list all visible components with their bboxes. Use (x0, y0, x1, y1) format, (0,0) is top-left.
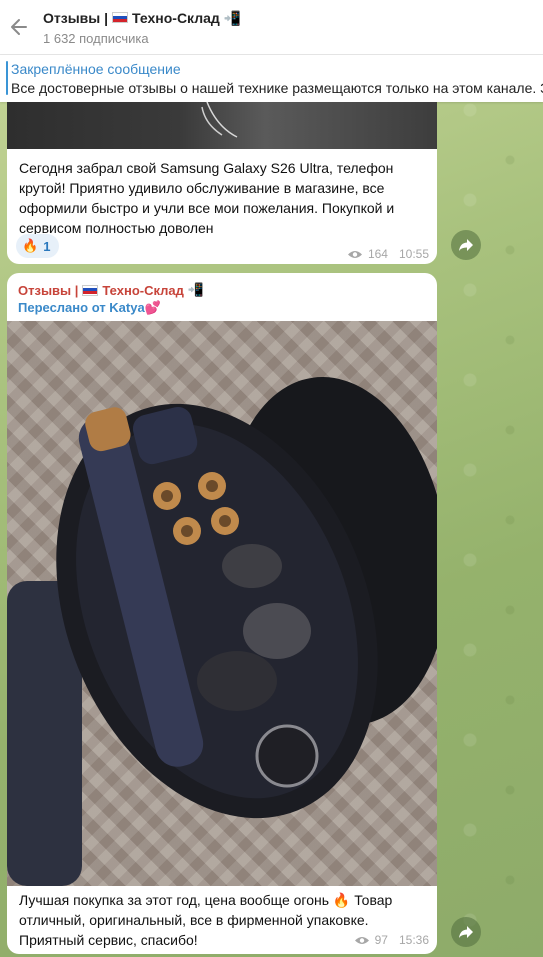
message-time: 15:36 (398, 933, 429, 947)
message-photo[interactable] (7, 102, 437, 149)
forward-title-prefix: Отзывы | (18, 282, 79, 298)
message-bubble: Сегодня забрал свой Samsung Galaxy S26 U… (7, 102, 437, 264)
flag-ru-icon (112, 12, 129, 23)
hair-dryer-case-photo (7, 377, 437, 886)
reaction-count: 1 (43, 238, 51, 254)
pinned-title: Закреплённое сообщение (11, 61, 181, 77)
flag-ru-icon (82, 284, 99, 296)
phone-arrow-icon: 📲 (223, 9, 242, 26)
share-button[interactable] (451, 917, 481, 947)
eye-icon (354, 936, 369, 944)
share-icon (459, 239, 473, 251)
view-count: 97 (374, 933, 388, 947)
phone-arrow-icon: 📲 (187, 282, 205, 297)
message-meta: 164 10:55 (347, 247, 429, 261)
reaction-chip[interactable]: 🔥 1 (16, 234, 60, 258)
message-time: 10:55 (398, 247, 429, 261)
subscriber-count: 1 632 подписчика (43, 30, 149, 46)
forward-channel-name: Техно-Склад (102, 282, 184, 298)
share-button[interactable] (451, 230, 481, 260)
share-icon (459, 926, 473, 938)
pinned-message[interactable]: Закреплённое сообщение Все достоверные о… (0, 55, 543, 102)
channel-name: Техно-Склад (132, 9, 220, 26)
pinned-text: Все достоверные отзывы о нашей технике р… (11, 80, 543, 96)
forward-source[interactable]: Отзывы | Техно-Склад 📲 (18, 282, 204, 298)
message-photo[interactable] (7, 321, 437, 886)
channel-title-prefix: Отзывы | (43, 9, 109, 26)
message-bubble: Отзывы | Техно-Склад 📲 Переслано от Katy… (7, 273, 437, 954)
message-meta: 97 15:36 (354, 933, 429, 947)
pinned-indicator (6, 61, 8, 95)
fire-icon: 🔥 (22, 238, 39, 253)
photo-content (201, 102, 238, 138)
view-count: 164 (367, 247, 388, 261)
back-button[interactable] (0, 0, 36, 55)
eye-icon (347, 250, 362, 258)
chat-header: Отзывы | Техно-Склад 📲 1 632 подписчика (0, 0, 543, 55)
channel-info[interactable]: Отзывы | Техно-Склад 📲 1 632 подписчика (43, 9, 241, 46)
forwarded-from[interactable]: Переслано от Katya💕 (18, 300, 161, 316)
back-arrow-icon (11, 19, 27, 35)
message-text: Сегодня забрал свой Samsung Galaxy S26 U… (19, 160, 395, 236)
channel-title: Отзывы | Техно-Склад 📲 (43, 9, 241, 27)
